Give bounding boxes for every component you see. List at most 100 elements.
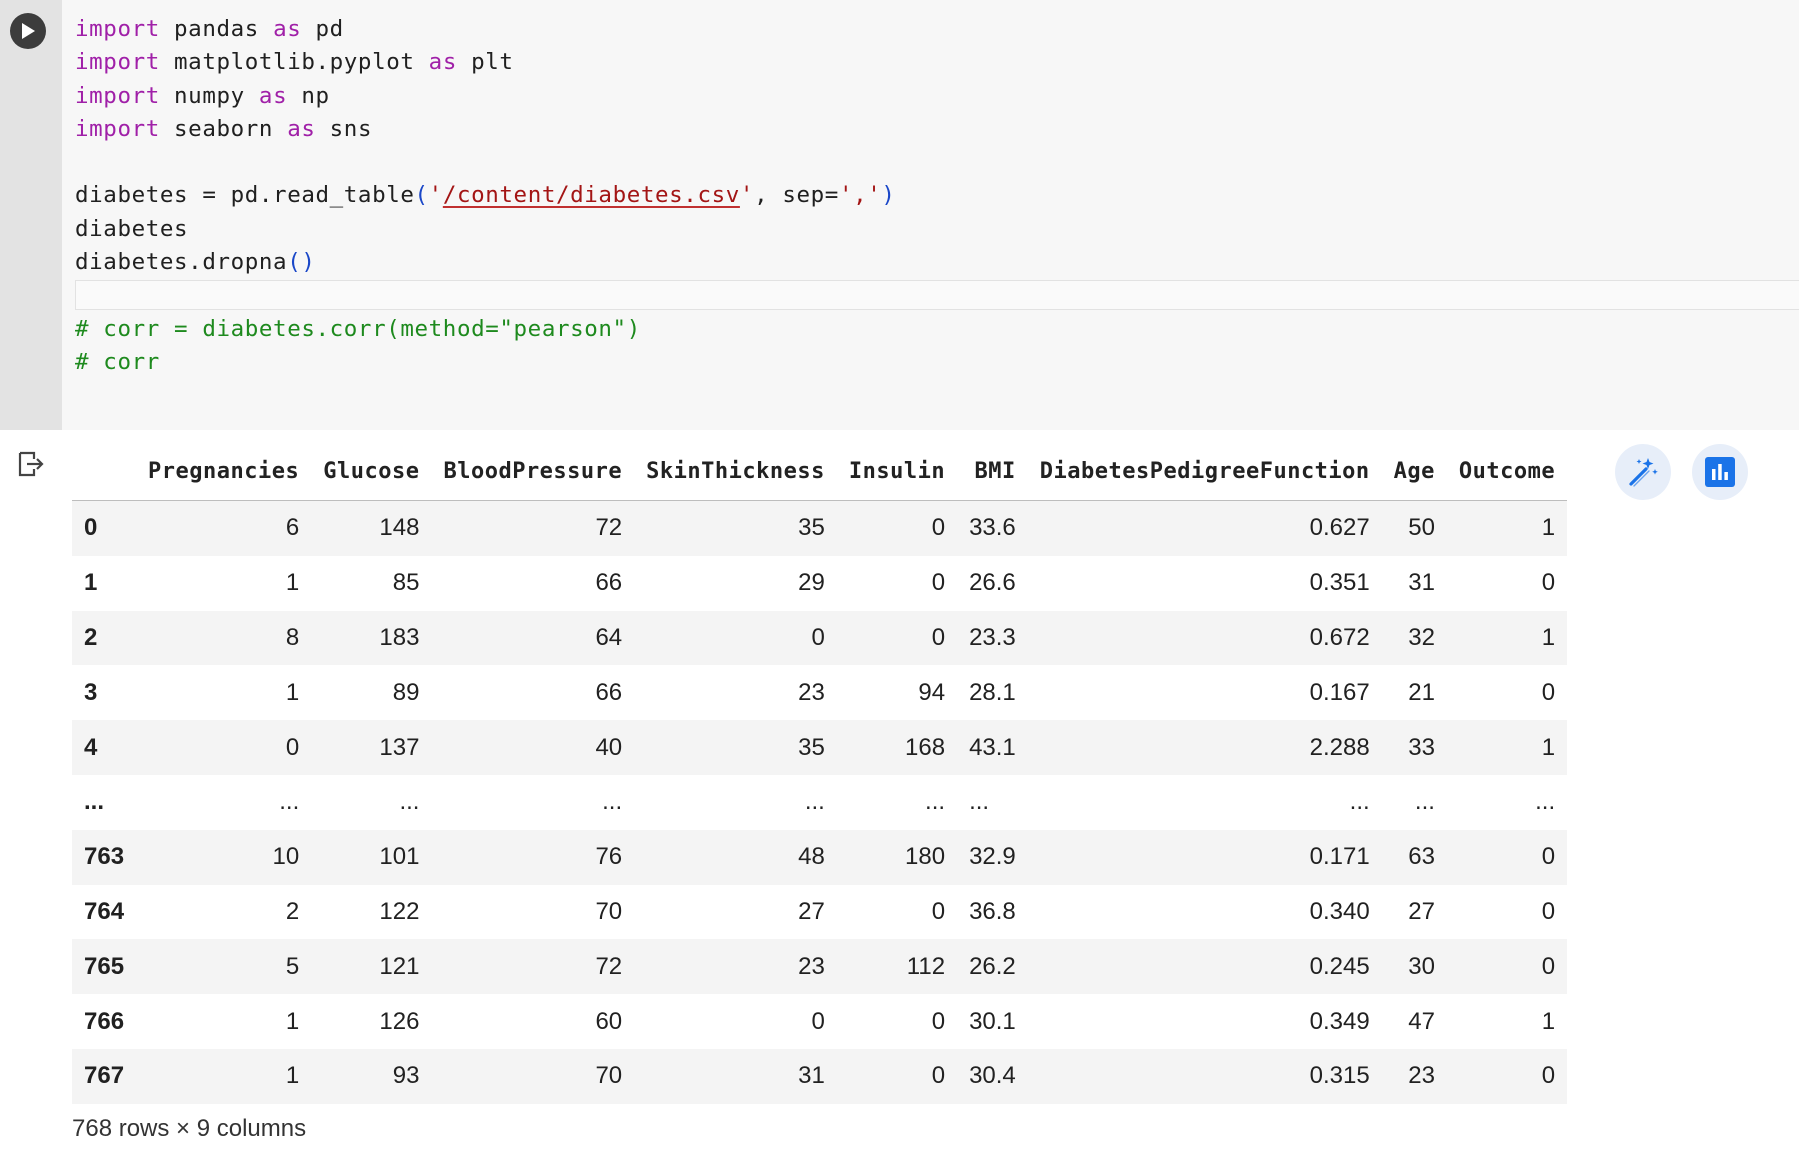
table-cell: 30.1 [969,1007,1016,1035]
table-cell: 27 [1408,897,1435,925]
csv-path-link[interactable]: /content/diabetes.csv [443,182,740,208]
table-row: 3 1 89 66 23 94 28.1 0.167 21 0 [72,665,1568,721]
table-cell: 1 [285,1062,300,1090]
table-cell: 36.8 [969,897,1016,925]
table-cell: 1 [285,1007,300,1035]
table-cell: 0.349 [1309,1007,1370,1035]
table-row: 767 1 93 70 31 0 30.4 0.315 23 0 [72,1048,1568,1104]
table-cell: 0 [1541,569,1556,597]
table-cell: 32.9 [969,843,1016,871]
row-index: 4 [84,733,98,761]
table-cell: 0 [931,897,946,925]
run-cell-button[interactable] [10,13,46,49]
column-header: Age [1381,442,1447,501]
table-cell: ... [602,788,623,816]
table-cell: 168 [905,733,946,761]
table-cell: 0.245 [1309,952,1370,980]
code-line-comment-2: # corr [75,348,160,375]
table-cell: 0 [931,569,946,597]
table-cell: 28.1 [969,678,1016,706]
table-row: 2 8 183 64 0 0 23.3 0.672 32 1 [72,610,1568,666]
code-line-comment-1: # corr = diabetes.corr(method="pearson") [75,315,641,342]
table-cell: 0.627 [1309,514,1370,542]
table-cell: 2 [285,897,300,925]
table-cell: 27 [798,897,825,925]
table-cell: 0 [811,623,825,651]
table-cell: 64 [595,623,623,651]
code-line-blank-2 [75,279,896,312]
table-cell: 183 [379,623,420,651]
table-cell: 31 [1408,569,1435,597]
column-header: SkinThickness [634,442,837,501]
table-cell: 1 [285,678,300,706]
table-cell: 35 [798,514,825,542]
table-cell: 121 [379,952,420,980]
table-cell: 0.672 [1309,623,1370,651]
table-cell: 1 [1541,514,1556,542]
row-index: 763 [84,843,125,871]
table-cell: 1 [285,569,300,597]
row-index: 765 [84,952,125,980]
table-cell: 30.4 [969,1062,1016,1090]
row-index: ... [84,788,105,816]
code-cell[interactable]: import pandas as pd import matplotlib.pyp… [0,0,1799,430]
table-cell: 31 [798,1062,825,1090]
row-index: 3 [84,678,98,706]
table-cell: 21 [1408,678,1435,706]
table-cell: 180 [905,843,946,871]
code-editor[interactable]: import pandas as pd import matplotlib.pyp… [75,13,896,379]
row-index: 766 [84,1007,125,1035]
index-header [72,442,137,501]
table-cell: 66 [595,569,623,597]
output-redirect-icon [18,451,44,477]
table-row: 763 10 101 76 48 180 32.9 0.171 63 0 [72,829,1568,885]
row-index: 2 [84,623,98,651]
column-header: BMI [957,442,1028,501]
code-line-import: import pandas as pd [75,16,344,42]
table-cell: 122 [379,897,420,925]
table-cell: 70 [595,1062,623,1090]
table-cell: 1 [1541,1007,1556,1035]
table-row: 765 5 121 72 23 112 26.2 0.245 30 0 [72,939,1568,995]
table-cell: ... [279,788,300,816]
table-cell: 6 [285,514,300,542]
table-cell: 63 [1408,843,1435,871]
table-cell: 43.1 [969,733,1016,761]
table-cell: 126 [379,1007,420,1035]
table-cell: 0 [931,623,946,651]
table-cell: 1 [1541,733,1556,761]
table-cell: 66 [595,678,623,706]
table-cell: 0 [931,1062,946,1090]
table-cell: 137 [379,733,420,761]
suggest-chart-button[interactable] [1615,444,1671,500]
table-row: 0 6 148 72 35 0 33.6 0.627 50 1 [72,500,1568,556]
column-header: Pregnancies [136,442,312,501]
table-cell: 94 [918,678,946,706]
table-cell: 0 [1541,678,1556,706]
table-cell: 70 [595,897,623,925]
column-header: Glucose [311,442,432,501]
table-cell: 5 [285,952,300,980]
table-cell: 93 [392,1062,420,1090]
dataframe-table: Pregnancies Glucose BloodPressure SkinThick… [72,442,1568,1104]
table-cell: 0 [1541,897,1556,925]
table-cell: 0 [931,514,946,542]
table-cell: 10 [272,843,300,871]
table-row: 1 1 85 66 29 0 26.6 0.351 31 0 [72,555,1568,611]
table-cell: ... [1414,788,1435,816]
table-cell: 26.2 [969,952,1016,980]
table-cell: 0.351 [1309,569,1370,597]
table-cell: 2.288 [1309,733,1370,761]
table-cell: 29 [798,569,825,597]
row-index: 767 [84,1062,125,1090]
table-cell: 1 [1541,623,1556,651]
table-cell: 33 [1408,733,1435,761]
table-cell: 33.6 [969,514,1016,542]
row-index: 1 [84,569,98,597]
table-cell: 60 [595,1007,623,1035]
table-cell: 23 [798,952,825,980]
play-icon [22,23,35,39]
quickchart-button[interactable] [1692,444,1748,500]
output-actions-button[interactable] [17,451,45,482]
